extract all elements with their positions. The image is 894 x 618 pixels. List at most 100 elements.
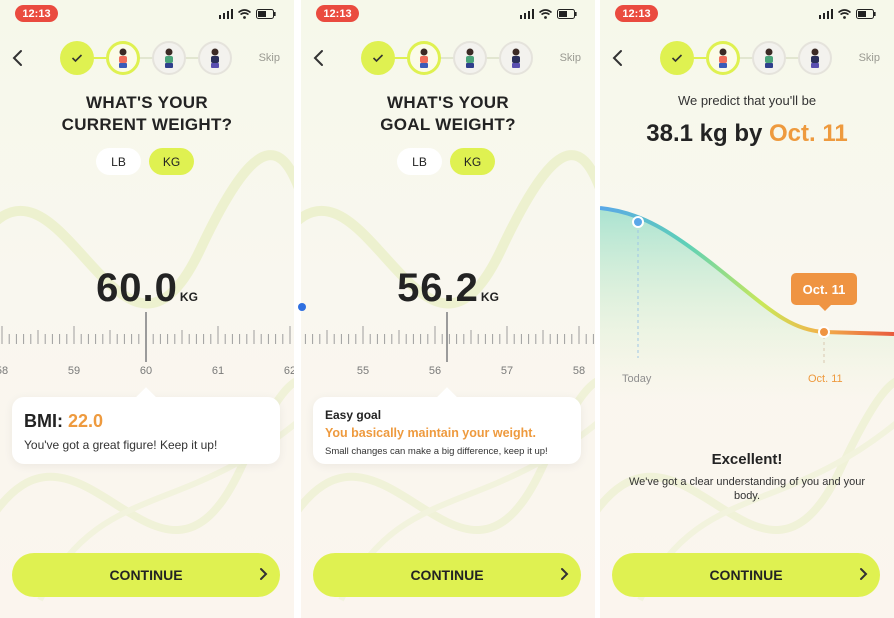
- status-time: 12:13: [316, 5, 359, 22]
- prediction-value: 38.1 kg by: [646, 120, 769, 147]
- continue-label: CONTINUE: [709, 567, 783, 583]
- step-3: [453, 41, 487, 75]
- check-icon: [372, 54, 384, 63]
- step-2-current: [407, 41, 441, 75]
- title-line-2: CURRENT WEIGHT?: [61, 115, 233, 134]
- person-avatar-icon: [512, 48, 520, 68]
- signal-icon: [520, 9, 534, 19]
- ruler-label: 56: [429, 365, 441, 377]
- person-avatar-icon: [765, 48, 773, 68]
- bmi-card: BMI: 22.0 You've got a great figure! Kee…: [12, 387, 280, 464]
- onboarding-nav: Skip: [0, 40, 294, 76]
- person-avatar-icon: [211, 48, 219, 68]
- unit-lb-button[interactable]: LB: [96, 148, 141, 175]
- continue-label: CONTINUE: [410, 567, 484, 583]
- x-label-today: Today: [622, 373, 652, 385]
- progress-steps: [660, 41, 832, 75]
- skip-link[interactable]: Skip: [859, 52, 880, 64]
- step-2-current: [106, 41, 140, 75]
- bmi-label: BMI:: [24, 411, 63, 431]
- back-chevron-icon[interactable]: [8, 47, 28, 69]
- wifi-icon: [838, 9, 851, 19]
- chevron-right-icon: [561, 568, 569, 580]
- bmi-message: You've got a great figure! Keep it up!: [24, 438, 218, 452]
- continue-button[interactable]: CONTINUE: [12, 553, 280, 597]
- ruler-pointer: [446, 312, 448, 362]
- ruler-label: 60: [140, 365, 152, 377]
- ruler-label: 58: [573, 365, 585, 377]
- prediction-headline: 38.1 kg by Oct. 11: [600, 120, 894, 148]
- chevron-right-icon: [260, 568, 268, 580]
- ruler-label: 59: [68, 365, 80, 377]
- prediction-subtitle: We predict that you'll be: [677, 93, 817, 108]
- status-bar: 12:13: [0, 0, 294, 28]
- step-1-done: [361, 41, 395, 75]
- signal-icon: [819, 9, 833, 19]
- back-chevron-icon[interactable]: [608, 47, 628, 69]
- unit-toggle: LB KG: [96, 148, 194, 175]
- weight-ruler[interactable]: 58 59 60 61 62: [0, 308, 294, 383]
- onboarding-nav: Skip: [600, 40, 894, 76]
- status-bar: 12:13: [600, 0, 894, 28]
- ruler-pointer: [145, 312, 147, 362]
- continue-button[interactable]: CONTINUE: [313, 553, 581, 597]
- person-avatar-icon: [165, 48, 173, 68]
- back-chevron-icon[interactable]: [309, 47, 329, 69]
- tooltip-arrow: [819, 305, 831, 311]
- continue-button[interactable]: CONTINUE: [612, 553, 880, 597]
- current-weight-screen: 12:13 Skip WHAT'S YOUR CURRENT WEIGHT? L…: [0, 0, 294, 618]
- step-4: [798, 41, 832, 75]
- check-icon: [671, 54, 683, 63]
- unit-toggle: LB KG: [397, 148, 495, 175]
- ruler-label: 57: [501, 365, 513, 377]
- title-line-1: WHAT'S YOUR: [86, 93, 208, 112]
- ruler-label: 58: [0, 365, 8, 377]
- status-icons: [219, 9, 276, 19]
- step-3: [752, 41, 786, 75]
- page-title: WHAT'S YOUR CURRENT WEIGHT?: [0, 92, 294, 136]
- weight-value: 56.2: [397, 266, 479, 310]
- battery-icon: [557, 9, 577, 19]
- step-3: [152, 41, 186, 75]
- step-2-current: [706, 41, 740, 75]
- page-title: WHAT'S YOUR GOAL WEIGHT?: [301, 92, 595, 136]
- unit-kg-button[interactable]: KG: [149, 148, 194, 175]
- person-avatar-icon: [719, 48, 727, 68]
- ruler-label: 62: [284, 365, 294, 377]
- card-notch: [437, 387, 457, 407]
- check-icon: [71, 54, 83, 63]
- target-point: [818, 326, 830, 338]
- weight-value: 60.0: [96, 266, 178, 310]
- wifi-icon: [238, 9, 251, 19]
- status-icons: [819, 9, 876, 19]
- bmi-line: BMI: 22.0: [24, 411, 268, 432]
- goal-highlight: You basically maintain your weight.: [325, 426, 536, 440]
- unit-lb-button[interactable]: LB: [397, 148, 442, 175]
- unit-kg-button[interactable]: KG: [450, 148, 495, 175]
- ruler-label: 61: [212, 365, 224, 377]
- skip-link[interactable]: Skip: [560, 52, 581, 64]
- step-4: [499, 41, 533, 75]
- title-line-1: WHAT'S YOUR: [387, 93, 509, 112]
- goal-message: Small changes can make a big difference,…: [325, 446, 548, 457]
- bmi-value: 22.0: [68, 411, 104, 431]
- ruler-label: 55: [357, 365, 369, 377]
- step-1-done: [660, 41, 694, 75]
- card-notch: [136, 387, 156, 407]
- screen-separator-dot: [298, 303, 306, 311]
- skip-link[interactable]: Skip: [259, 52, 280, 64]
- progress-steps: [60, 41, 232, 75]
- battery-icon: [856, 9, 876, 19]
- progress-steps: [361, 41, 533, 75]
- target-date-tooltip: Oct. 11: [791, 273, 857, 311]
- weight-ruler[interactable]: 55 56 57 58: [301, 308, 595, 383]
- result-message: We've got a clear understanding of you a…: [628, 476, 866, 502]
- goal-title: Easy goal: [325, 408, 382, 422]
- prediction-screen: 12:13 Skip We predict that you'll be 38.…: [600, 0, 894, 618]
- weight-readout: 56.2 KG: [301, 266, 595, 311]
- prediction-date: Oct. 11: [769, 120, 848, 147]
- x-label-target: Oct. 11: [808, 373, 843, 385]
- weight-unit: KG: [480, 290, 499, 304]
- wifi-icon: [539, 9, 552, 19]
- chevron-right-icon: [860, 568, 868, 580]
